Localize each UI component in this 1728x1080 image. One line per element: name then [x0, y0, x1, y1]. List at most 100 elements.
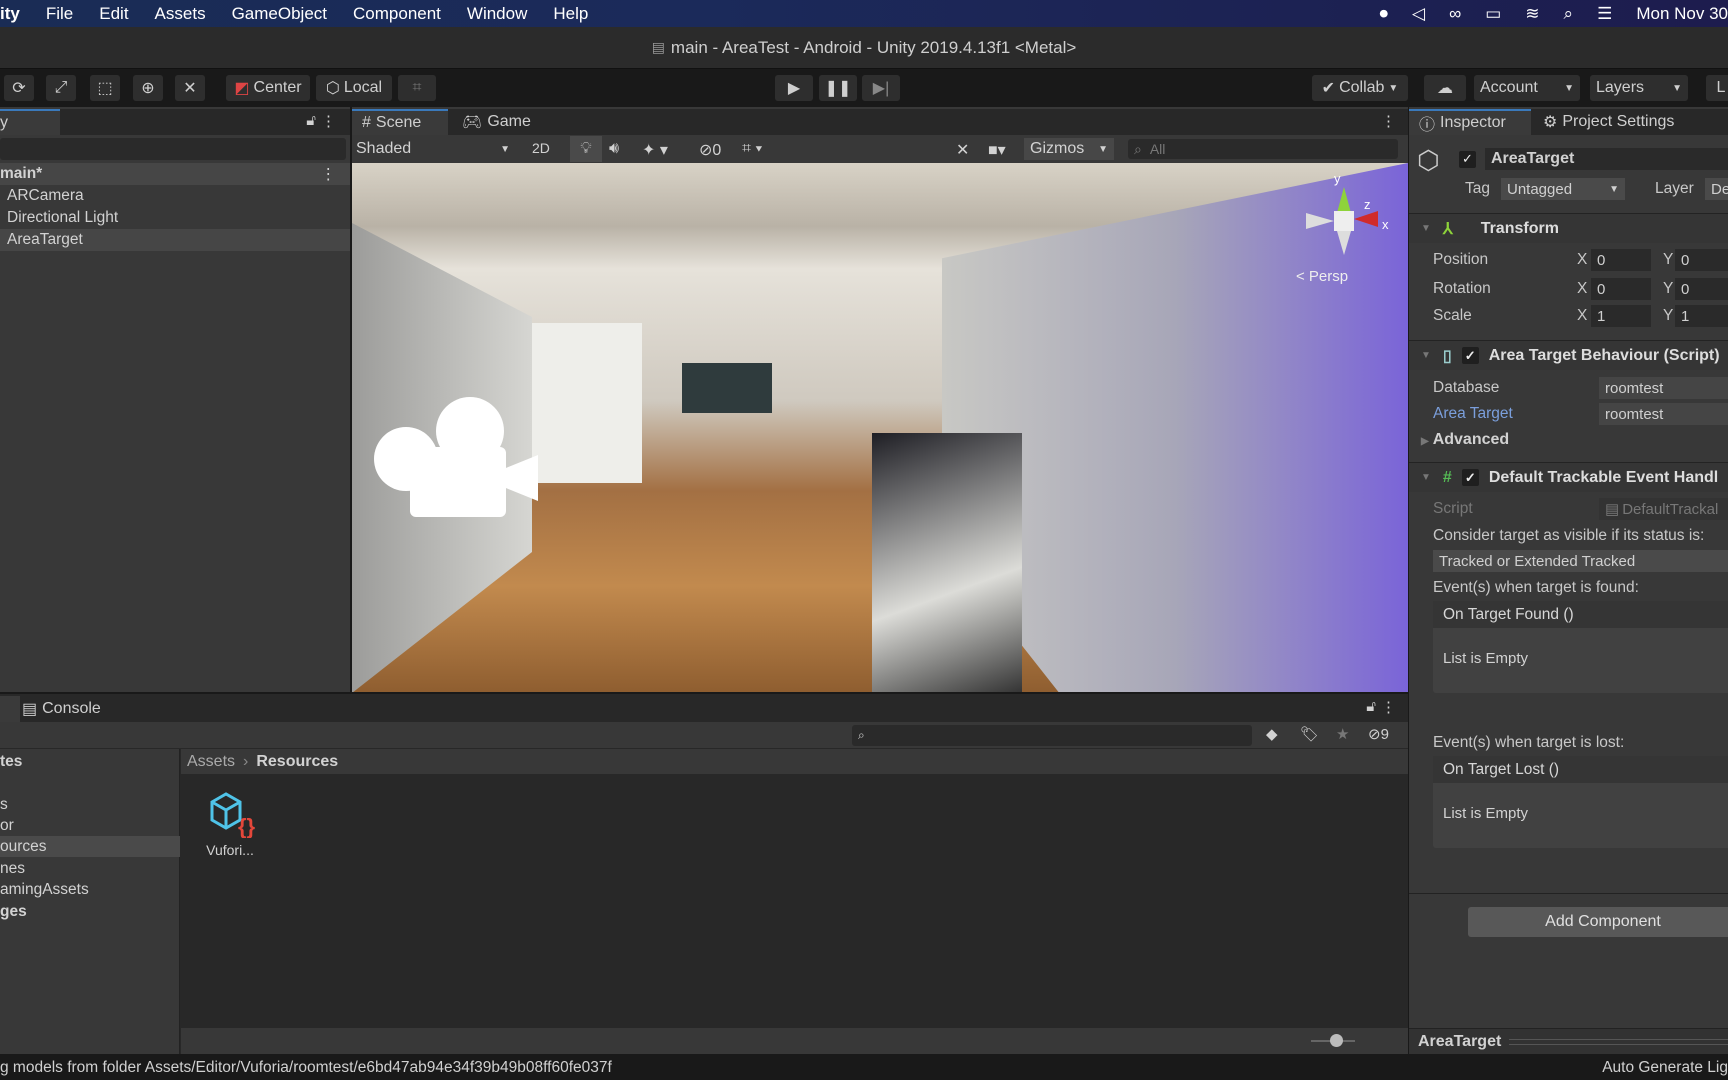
2d-toggle[interactable]: 2D	[532, 140, 550, 156]
rotate-tool[interactable]: ⟳	[4, 75, 34, 101]
account-dropdown[interactable]: Account ▼	[1474, 75, 1580, 101]
scene-viewport[interactable]: y z x < Persp	[352, 163, 1408, 692]
record-icon[interactable]: ⏺	[1380, 4, 1389, 24]
app-menu[interactable]: ity	[0, 4, 20, 24]
active-checkbox[interactable]: ✓	[1459, 150, 1486, 168]
drag-handle[interactable]	[1509, 1038, 1728, 1045]
lighting-toggle[interactable]: 💡︎	[570, 136, 602, 162]
scale-tool[interactable]: ⤢	[46, 75, 76, 101]
tab-project-settings[interactable]: ⚙ Project Settings	[1533, 109, 1684, 135]
orientation-gizmo[interactable]: y z x < Persp	[1292, 171, 1392, 285]
creative-cloud-icon[interactable]: ∞	[1449, 4, 1461, 24]
script-field[interactable]: ▤ DefaultTrackal	[1599, 498, 1728, 520]
tools-button[interactable]: ✕	[956, 140, 969, 160]
rect-tool[interactable]: ⬚	[90, 75, 120, 101]
breadcrumb-assets[interactable]: Assets	[187, 753, 235, 771]
folder-item[interactable]: or	[0, 815, 180, 836]
area-target-behaviour-header[interactable]: ▼ ▯ ✓ Area Target Behaviour (Script)	[1409, 340, 1728, 370]
transform-header[interactable]: ▼ ⅄ Transform	[1409, 213, 1728, 243]
favorite-star-icon[interactable]: ★	[1336, 725, 1349, 743]
audio-toggle[interactable]: 🔊︎	[609, 140, 619, 158]
more-icon[interactable]: ⋮	[1381, 698, 1396, 716]
preview-bar[interactable]: AreaTarget	[1409, 1028, 1728, 1054]
hidden-objects-toggle[interactable]: ⊘0	[699, 140, 721, 160]
hierarchy-item-selected[interactable]: AreaTarget	[0, 229, 350, 251]
layer-dropdown[interactable]: De	[1705, 178, 1728, 200]
axis-y-cone[interactable]	[1337, 187, 1351, 213]
menu-gameobject[interactable]: GameObject	[232, 4, 327, 24]
gizmos-dropdown[interactable]: Gizmos ▼	[1024, 138, 1114, 160]
auto-generate-lighting-status[interactable]: Auto Generate Lig	[1602, 1059, 1728, 1077]
enabled-checkbox[interactable]: ✓	[1461, 469, 1479, 486]
position-x-input[interactable]: 0	[1591, 249, 1651, 271]
add-component-button[interactable]: Add Component	[1468, 907, 1728, 937]
clock[interactable]: Mon Nov 30	[1636, 4, 1728, 24]
position-y-input[interactable]: 0	[1675, 249, 1728, 271]
grid-dropdown[interactable]: ⌗ ▾	[742, 140, 762, 158]
folder-packages[interactable]: ges	[0, 901, 180, 922]
layers-dropdown[interactable]: Layers ▼	[1590, 75, 1688, 101]
folder-item-selected[interactable]: ources	[0, 836, 180, 857]
hidden-packages-toggle[interactable]: ⊘9	[1368, 725, 1389, 743]
folder-item[interactable]: amingAssets	[0, 879, 180, 900]
label-tag-icon[interactable]: 🏷︎	[1300, 725, 1319, 743]
hierarchy-search-input[interactable]	[0, 138, 346, 160]
breadcrumb-resources[interactable]: Resources	[256, 753, 338, 771]
menu-assets[interactable]: Assets	[155, 4, 206, 24]
zoom-slider-thumb[interactable]	[1330, 1034, 1343, 1047]
menu-file[interactable]: File	[46, 4, 73, 24]
cloud-button[interactable]: ☁	[1424, 75, 1466, 101]
tag-dropdown[interactable]: Untagged ▼	[1501, 178, 1625, 200]
area-target-dropdown[interactable]: roomtest	[1599, 403, 1728, 425]
scale-y-input[interactable]: 1	[1675, 305, 1728, 327]
more-icon[interactable]: ⋮	[1381, 112, 1396, 130]
tab-game[interactable]: 🎮︎ Game	[452, 109, 541, 135]
status-dropdown[interactable]: Tracked or Extended Tracked	[1433, 550, 1728, 572]
collab-dropdown[interactable]: ✔ Collab ▼	[1312, 75, 1408, 101]
step-button[interactable]: ▶|	[862, 75, 900, 101]
pivot-local-button[interactable]: ⬡ Local	[316, 75, 392, 101]
more-icon[interactable]: ⋮	[321, 165, 337, 184]
menu-window[interactable]: Window	[467, 4, 527, 24]
lock-icon[interactable]: 🔓︎	[1366, 698, 1376, 715]
tab-scene[interactable]: # Scene	[352, 109, 448, 135]
folder-item[interactable]: s	[0, 794, 180, 815]
event-handler-header[interactable]: ▼ # ✓ Default Trackable Event Handl	[1409, 462, 1728, 492]
lock-icon[interactable]: 🔓︎	[306, 112, 316, 129]
projection-label[interactable]: < Persp	[1296, 268, 1348, 285]
effects-dropdown[interactable]: ✦ ▾	[642, 140, 668, 160]
asset-item[interactable]: {} Vufori...	[200, 790, 260, 858]
menu-help[interactable]: Help	[553, 4, 588, 24]
custom-tool[interactable]: ✕	[175, 75, 205, 101]
scene-search-input[interactable]: ⌕ All	[1128, 139, 1398, 159]
scale-x-input[interactable]: 1	[1591, 305, 1651, 327]
tab-console[interactable]: ▤ Console	[12, 696, 111, 722]
enabled-checkbox[interactable]: ✓	[1461, 347, 1479, 364]
snap-button[interactable]: ⌗	[398, 75, 436, 101]
shading-dropdown[interactable]: Shaded ▼	[356, 138, 516, 160]
folder-favorites[interactable]: tes	[0, 751, 180, 772]
project-search-input[interactable]: ⌕	[852, 725, 1252, 746]
status-message[interactable]: g models from folder Assets/Editor/Vufor…	[0, 1059, 612, 1077]
pause-button[interactable]: ❚❚	[819, 75, 857, 101]
filter-type-icon[interactable]: ◆	[1266, 725, 1278, 743]
play-button[interactable]: ▶	[775, 75, 813, 101]
rotation-x-input[interactable]: 0	[1591, 278, 1651, 300]
axis-x-cone[interactable]	[1354, 211, 1378, 227]
folder-item[interactable]: nes	[0, 858, 180, 879]
wifi-icon[interactable]: ≋	[1525, 4, 1539, 24]
unity-icon[interactable]: ◁	[1412, 4, 1425, 24]
menu-component[interactable]: Component	[353, 4, 441, 24]
advanced-foldout[interactable]: ▶ Advanced	[1409, 431, 1509, 449]
object-name-input[interactable]: AreaTarget	[1485, 148, 1728, 170]
scene-header[interactable]: main* ⋮	[0, 163, 350, 185]
menu-edit[interactable]: Edit	[99, 4, 128, 24]
database-dropdown[interactable]: roomtest	[1599, 377, 1728, 399]
tab-inspector[interactable]: ⓘ Inspector	[1409, 109, 1531, 135]
camera-dropdown[interactable]: ■▾	[988, 140, 1006, 160]
search-icon[interactable]: ⌕	[1564, 4, 1574, 24]
transform-tool[interactable]: ⊕	[133, 75, 163, 101]
tab-hierarchy[interactable]: y	[0, 109, 60, 135]
battery-icon[interactable]: ▭	[1485, 4, 1501, 24]
more-icon[interactable]: ⋮	[321, 112, 336, 130]
